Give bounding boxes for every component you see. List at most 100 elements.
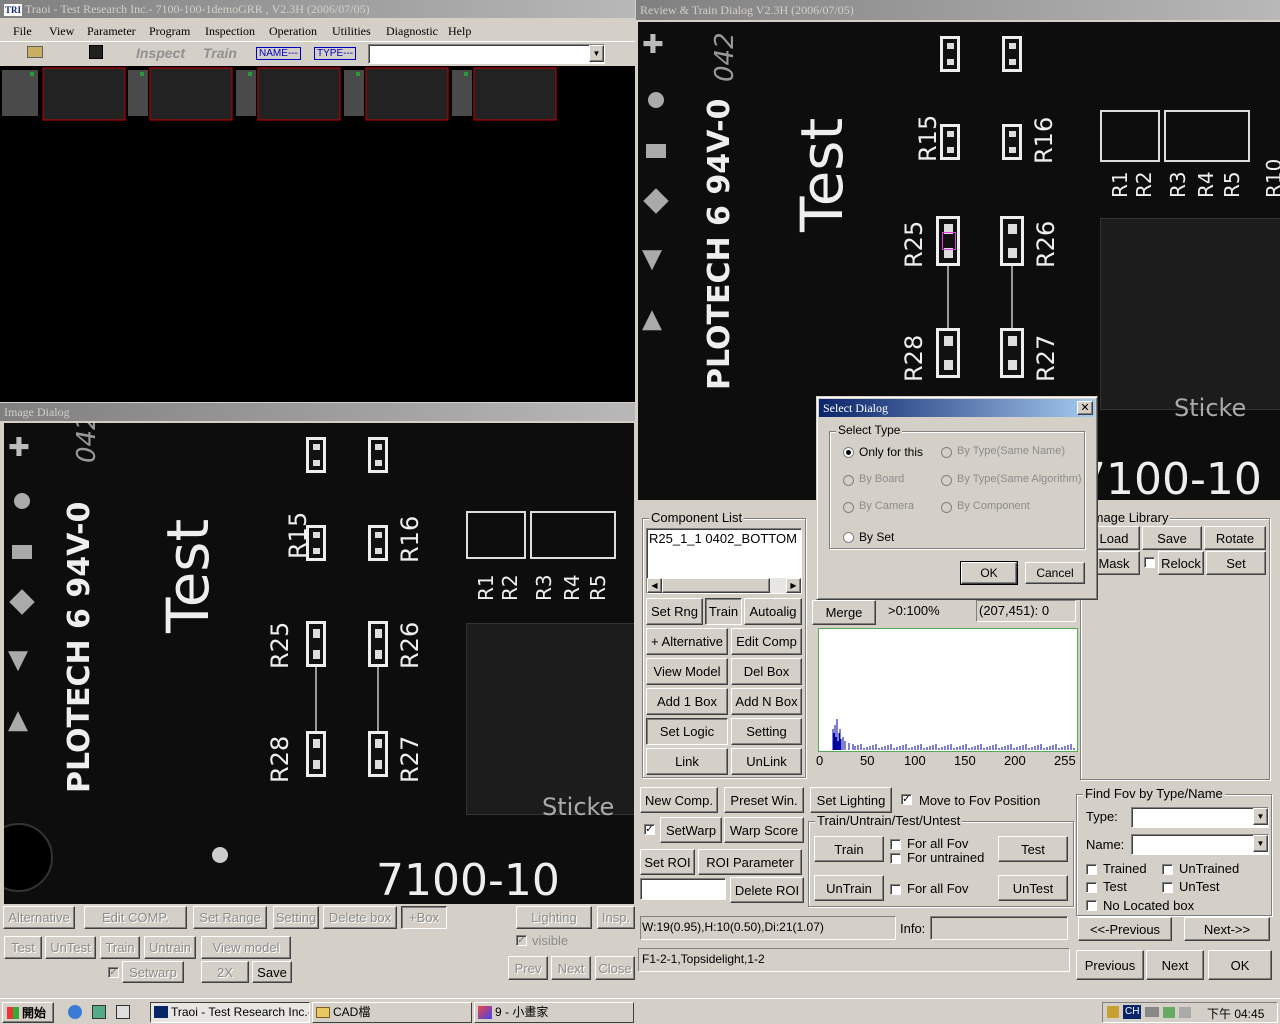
insp-button[interactable]: Insp. [597,906,635,929]
crosshair-icon[interactable]: ✚ [642,30,664,60]
next-fov-button[interactable]: Next->> [1184,917,1270,941]
set-lighting-button[interactable]: Set Lighting [810,787,892,813]
previous-fov-button[interactable]: <<-Previous [1078,917,1172,941]
preset-win-button[interactable]: Preset Win. [724,787,804,813]
horizontal-scrollbar[interactable]: ◀ ▶ [647,578,801,593]
save-disk-icon[interactable] [89,45,103,59]
type-combo[interactable]: ▼ [1131,807,1269,828]
review-dialog-title[interactable]: Review & Train Dialog V2.3H (2006/07/05) [636,0,1280,20]
by-component-radio[interactable] [941,502,952,513]
chevron-down-icon[interactable]: ▼ [1253,808,1268,825]
prev-button-left[interactable]: Prev [508,956,548,980]
link-button[interactable]: Link [646,748,728,775]
delete-box-button[interactable]: Delete box [323,906,397,929]
add-1-box-button[interactable]: Add 1 Box [646,688,728,715]
untrain-button-left[interactable]: Untrain [144,936,196,959]
roi-input[interactable] [640,878,726,900]
image-dialog-title[interactable]: Image Dialog [0,403,635,421]
keyboard-icon[interactable] [1145,1007,1159,1017]
train-mode-button[interactable]: Train [705,598,742,625]
pcb-image-left[interactable]: ✚ ▼ ▲ PLOTECH 6 94V-0 042 Test R15 R16 R… [4,423,634,904]
ie-icon[interactable] [68,1005,82,1019]
for-all-fov-checkbox[interactable] [890,839,901,850]
menu-inspection[interactable]: Inspection [205,22,255,40]
close-icon[interactable]: ✕ [1077,401,1093,415]
menu-parameter[interactable]: Parameter [87,22,136,40]
setwarp-checkbox-left[interactable]: ✓ [108,967,119,978]
next-button-left[interactable]: Next [551,956,591,980]
roi-parameter-button[interactable]: ROI Parameter [698,849,802,875]
new-comp-button[interactable]: New Comp. [640,787,718,813]
ok-button[interactable]: OK [1208,950,1272,980]
library-save-button[interactable]: Save [1142,526,1202,550]
open-folder-icon[interactable] [27,46,43,58]
train-tool[interactable]: Train [203,45,237,61]
menu-program[interactable]: Program [149,22,190,40]
roi-box[interactable] [942,232,956,250]
set-logic-button[interactable]: Set Logic [646,718,728,745]
relock-button[interactable]: Relock [1158,551,1204,575]
scroll-thumb[interactable] [662,578,770,593]
test-button[interactable]: Test [4,936,42,959]
set-range-button[interactable]: Set Range [193,906,267,929]
diamond-icon[interactable] [643,188,669,214]
triangle-down-icon[interactable]: ▼ [8,645,28,675]
trained-checkbox[interactable] [1086,864,1097,875]
setting-button[interactable]: Setting [273,906,319,929]
autoalign-button[interactable]: Autoalig [744,598,802,625]
select-ok-button[interactable]: OK [960,561,1018,585]
clock[interactable]: 下午 04:45 [1207,1005,1264,1022]
start-button[interactable]: 開始 [2,1002,54,1023]
test-checkbox[interactable] [1086,882,1097,893]
diamond-icon[interactable] [9,589,35,615]
scroll-right-icon[interactable]: ▶ [786,578,801,593]
network-icon[interactable] [1163,1007,1175,1018]
unlink-button[interactable]: UnLink [731,748,802,775]
train-button[interactable]: Train [814,836,884,862]
delete-roi-button[interactable]: Delete ROI [730,877,804,903]
task-traoi[interactable]: Traoi - Test Research Inc.- ... [150,1002,310,1023]
untest-checkbox[interactable] [1162,882,1173,893]
library-set-button[interactable]: Set [1206,551,1266,575]
tray-app-icon[interactable] [1107,1006,1119,1018]
test-button-right[interactable]: Test [998,836,1068,862]
board-overview[interactable] [0,66,635,402]
triangle-down-icon[interactable]: ▼ [642,244,662,274]
by-camera-radio[interactable] [843,502,854,513]
for-all-fov-checkbox-2[interactable] [890,884,901,895]
no-located-box-checkbox[interactable] [1086,900,1097,911]
next-button[interactable]: Next [1146,950,1204,980]
rectangle-icon[interactable] [646,144,666,158]
desktop-icon[interactable] [92,1005,106,1019]
for-untrained-checkbox[interactable] [890,853,901,864]
circle-icon[interactable] [648,92,664,108]
set-roi-button[interactable]: Set ROI [640,849,695,875]
alternative-button[interactable]: Alternative [3,906,75,929]
by-board-radio[interactable] [843,475,854,486]
add-alternative-button[interactable]: + Alternative [646,628,728,655]
menu-diagnostic[interactable]: Diagnostic [386,22,438,40]
view-model-button[interactable]: View model [201,936,291,959]
menu-utilities[interactable]: Utilities [332,22,371,40]
setting-button-right[interactable]: Setting [731,718,802,745]
merge-button[interactable]: Merge [812,600,876,625]
setwarp-button-left[interactable]: Setwarp [122,961,184,983]
save-button-left[interactable]: Save [252,961,292,983]
untest-button-right[interactable]: UnTest [998,875,1068,901]
rectangle-icon[interactable] [12,545,32,559]
by-set-radio[interactable] [843,532,854,543]
by-type-name-radio[interactable] [941,447,952,458]
task-paint[interactable]: 9 - 小畫家 [474,1002,634,1023]
by-type-algorithm-radio[interactable] [941,475,952,486]
set-rng-button[interactable]: Set Rng [646,598,703,625]
lighting-button[interactable]: Lighting [516,906,592,929]
train-button-left[interactable]: Train [100,936,140,959]
menu-operation[interactable]: Operation [269,22,317,40]
relock-checkbox[interactable] [1144,557,1155,568]
select-cancel-button[interactable]: Cancel [1025,562,1085,584]
untrain-button[interactable]: UnTrain [814,875,884,901]
warp-score-button[interactable]: Warp Score [724,817,804,843]
del-box-button[interactable]: Del Box [731,658,802,685]
menu-file[interactable]: File [13,22,32,40]
name-combo[interactable]: ▼ [1131,834,1269,855]
